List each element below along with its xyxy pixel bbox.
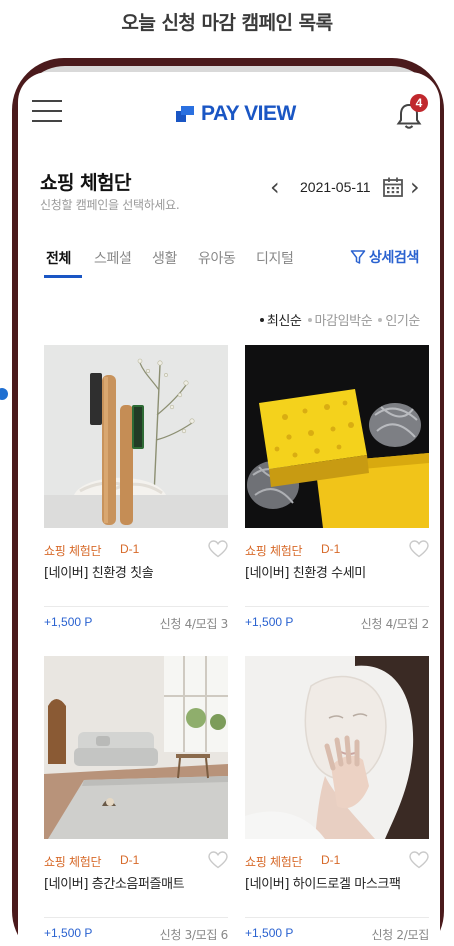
chevron-left-icon[interactable]: ‹	[270, 173, 280, 201]
page-subtitle: 신청할 캠페인을 선택하세요.	[40, 198, 180, 212]
tab-kids[interactable]: 유아동	[198, 248, 236, 268]
campaign-title[interactable]: [네이버] 층간소음퍼즐매트	[44, 873, 185, 892]
campaign-applicants: 신청 4/모집 3	[159, 617, 229, 631]
campaign-category: 쇼핑 체험단	[245, 544, 303, 558]
campaign-dday: D-1	[321, 542, 341, 556]
category-tabs: 전체 스페셜 생활 유아동 디지털 상세검색	[18, 248, 440, 282]
heart-icon[interactable]	[208, 540, 228, 558]
date-display[interactable]: 2021-05-11	[300, 179, 371, 195]
logo-text: PAY VIEW	[201, 102, 296, 125]
campaign-point: +1,500 P	[44, 615, 93, 629]
campaign-dday: D-1	[120, 853, 140, 867]
advanced-search-label: 상세검색	[369, 250, 419, 266]
tab-all[interactable]: 전체	[46, 248, 71, 268]
app-screen: PAY VIEW 4 쇼핑 체험단 신청할 캠페인을 선택하세요. ‹ 2021…	[18, 72, 440, 946]
campaign-dday: D-1	[321, 853, 341, 867]
advanced-search-button[interactable]: 상세검색	[350, 247, 419, 267]
page-caption: 오늘 신청 마감 캠페인 목록	[121, 12, 333, 34]
tab-living[interactable]: 생활	[152, 248, 177, 268]
app-logo[interactable]: PAY VIEW	[176, 102, 296, 126]
campaign-card[interactable]: 쇼핑 체험단 D-1 [네이버] 층간소음퍼즐매트 +1,500 P 신청 3/…	[44, 656, 228, 946]
chevron-right-icon[interactable]: ›	[410, 173, 420, 201]
heart-icon[interactable]	[208, 851, 228, 869]
campaign-card[interactable]: 쇼핑 체험단 D-1 [네이버] 친환경 수세미 +1,500 P 신청 4/모…	[245, 345, 429, 637]
campaign-applicants: 신청 4/모집 2	[360, 617, 430, 631]
app-header: PAY VIEW 4	[18, 72, 440, 156]
calendar-icon[interactable]	[382, 176, 404, 198]
face-mask-image[interactable]	[245, 656, 429, 839]
active-tab-indicator	[44, 275, 82, 278]
campaign-card[interactable]: 쇼핑 체험단 D-1 [네이버] 하이드로겔 마스크팩 +1,500 P 신청 …	[245, 656, 429, 946]
campaign-point: +1,500 P	[245, 926, 294, 940]
tab-digital[interactable]: 디지털	[256, 248, 294, 268]
campaign-category: 쇼핑 체험단	[44, 855, 102, 869]
menu-icon[interactable]	[32, 100, 62, 122]
sort-popular[interactable]: 인기순	[378, 310, 420, 329]
sort-deadline[interactable]: 마감임박순	[307, 310, 373, 329]
side-indicator-dot	[0, 388, 8, 400]
campaign-applicants: 신청 3/모집 6	[159, 928, 229, 942]
tab-special[interactable]: 스페셜	[94, 248, 132, 268]
bamboo-toothbrush-image[interactable]	[44, 345, 228, 528]
sponge-scrubber-image[interactable]	[245, 345, 429, 528]
campaign-applicants: 신청 2/모집	[371, 928, 429, 942]
heart-icon[interactable]	[409, 851, 429, 869]
campaign-dday: D-1	[120, 542, 140, 556]
campaign-title[interactable]: [네이버] 친환경 수세미	[245, 562, 366, 581]
campaign-title[interactable]: [네이버] 하이드로겔 마스크팩	[245, 873, 401, 892]
notification-badge: 4	[410, 94, 428, 112]
campaign-point: +1,500 P	[245, 615, 294, 629]
campaign-title[interactable]: [네이버] 친환경 칫솔	[44, 562, 154, 581]
heart-icon[interactable]	[409, 540, 429, 558]
campaign-point: +1,500 P	[44, 926, 93, 940]
logo-mark-icon	[176, 106, 194, 122]
campaign-category: 쇼핑 체험단	[44, 544, 102, 558]
page-title: 쇼핑 체험단	[40, 172, 132, 194]
filter-icon	[350, 250, 366, 264]
sort-options: 최신순 마감임박순 인기순	[254, 310, 420, 329]
sort-latest[interactable]: 최신순	[259, 310, 302, 329]
campaign-card[interactable]: 쇼핑 체험단 D-1 [네이버] 친환경 칫솔 +1,500 P 신청 4/모집…	[44, 345, 228, 637]
living-room-mat-image[interactable]	[44, 656, 228, 839]
campaign-category: 쇼핑 체험단	[245, 855, 303, 869]
